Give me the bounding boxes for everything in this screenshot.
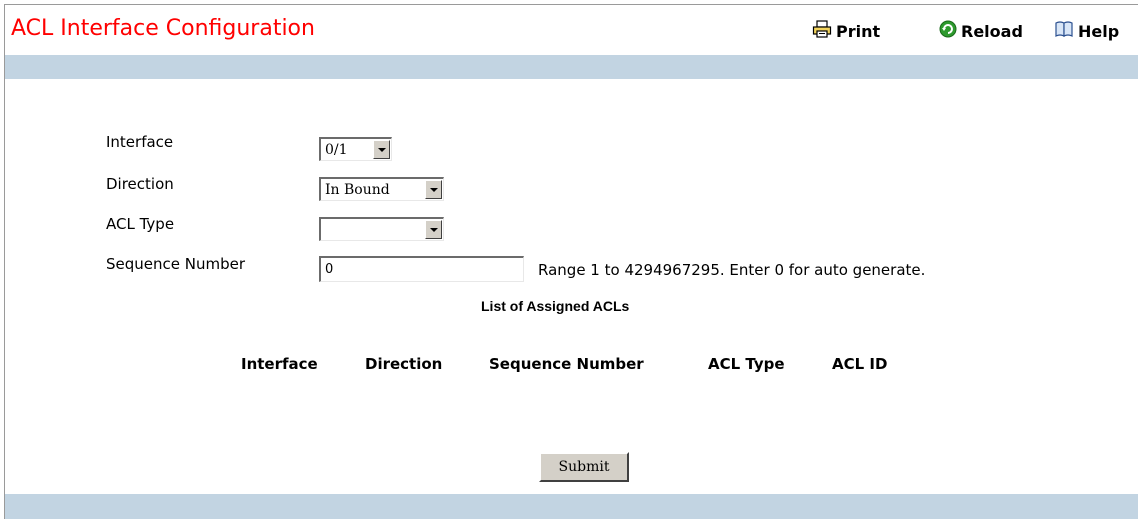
direction-select-value: In Bound [325,182,390,198]
chevron-down-icon[interactable] [425,180,442,199]
acl-type-select[interactable] [319,217,444,241]
page-header: ACL Interface Configuration Print Reload… [5,5,1138,55]
chevron-down-icon[interactable] [373,140,390,159]
help-link[interactable]: Help [1054,20,1119,42]
column-header-acl-type: ACL Type [708,355,785,373]
direction-select[interactable]: In Bound [319,177,444,201]
interface-select[interactable]: 0/1 [319,137,392,161]
sequence-range-hint: Range 1 to 4294967295. Enter 0 for auto … [538,261,926,279]
column-header-direction: Direction [365,355,443,373]
interface-label: Interface [106,133,174,151]
print-label: Print [836,21,881,41]
direction-label: Direction [106,175,174,193]
reload-label: Reload [961,21,1023,41]
column-header-interface: Interface [241,355,318,373]
page-frame: ACL Interface Configuration Print Reload… [4,4,1138,519]
sequence-number-label: Sequence Number [106,255,246,273]
interface-select-value: 0/1 [325,142,348,158]
submit-button[interactable]: Submit [539,452,629,482]
assigned-acls-title: List of Assigned ACLs [481,298,630,314]
help-label: Help [1078,21,1120,41]
reload-link[interactable]: Reload [939,20,1023,42]
print-link[interactable]: Print [812,20,880,42]
chevron-down-icon[interactable] [425,220,442,239]
reload-icon [939,20,957,42]
column-header-acl-id: ACL ID [832,355,888,373]
footer-bar [5,494,1138,519]
help-book-icon [1054,20,1074,42]
page-title: ACL Interface Configuration [11,16,315,41]
header-divider-bar [5,55,1138,79]
column-header-sequence-number: Sequence Number [489,355,644,373]
printer-icon [812,20,832,42]
sequence-number-input[interactable] [319,256,524,282]
acl-type-label: ACL Type [106,215,175,233]
